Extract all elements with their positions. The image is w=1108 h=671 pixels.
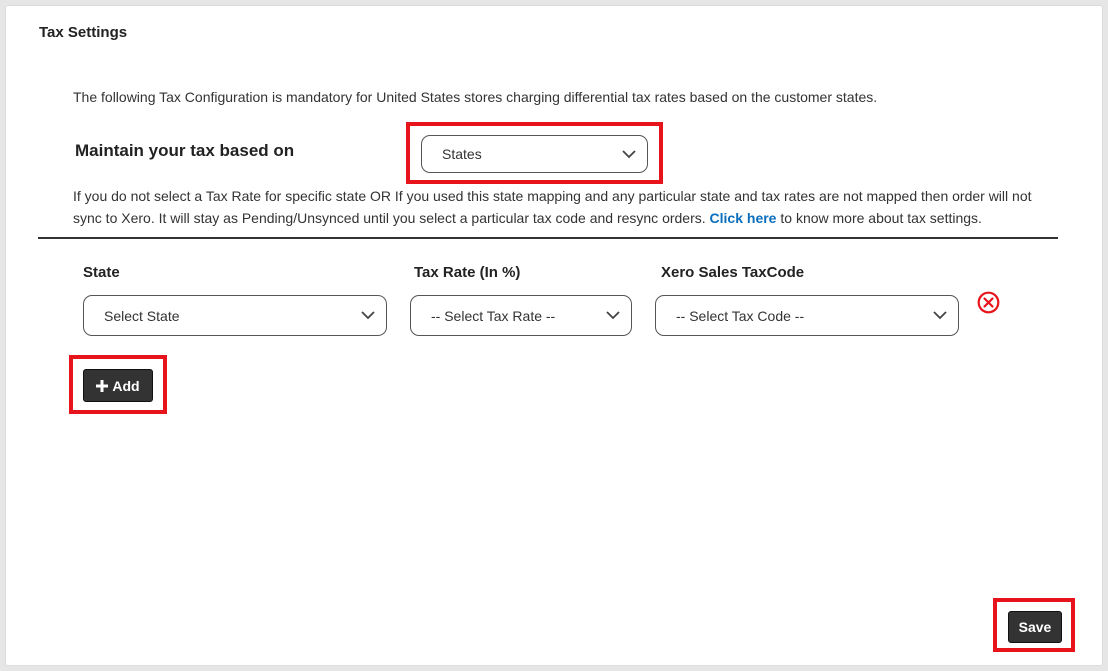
add-button[interactable]: Add [83, 369, 153, 402]
remove-row-icon[interactable] [977, 291, 1000, 314]
section-title: Tax Settings [39, 24, 128, 41]
state-select[interactable]: Select State [83, 295, 387, 336]
section-divider [38, 237, 1058, 239]
chevron-down-icon [606, 309, 620, 323]
chevron-down-icon [622, 147, 636, 161]
chevron-down-icon [361, 309, 375, 323]
plus-icon [96, 379, 109, 392]
save-button[interactable]: Save [1008, 611, 1062, 643]
state-select-value: Select State [104, 307, 180, 324]
intro-text: The following Tax Configuration is manda… [73, 89, 878, 105]
state-column-label: State [83, 264, 120, 281]
maintain-tax-select[interactable]: States [421, 135, 648, 173]
tax-code-select[interactable]: -- Select Tax Code -- [655, 295, 959, 336]
add-button-label: Add [112, 377, 140, 394]
save-button-label: Save [1018, 619, 1052, 635]
tax-rate-column-label: Tax Rate (In %) [414, 264, 521, 281]
chevron-down-icon [933, 309, 947, 323]
tax-rate-select[interactable]: -- Select Tax Rate -- [410, 295, 632, 336]
tax-code-select-value: -- Select Tax Code -- [676, 307, 805, 324]
tax-rate-select-value: -- Select Tax Rate -- [431, 307, 556, 324]
sync-note-text-end: to know more about tax settings. [776, 210, 982, 226]
maintain-label: Maintain your tax based on [75, 141, 295, 160]
sync-note: If you do not select a Tax Rate for spec… [73, 185, 1063, 229]
maintain-tax-select-value: States [442, 146, 482, 162]
xero-taxcode-column-label: Xero Sales TaxCode [661, 264, 805, 281]
click-here-link[interactable]: Click here [710, 210, 777, 226]
